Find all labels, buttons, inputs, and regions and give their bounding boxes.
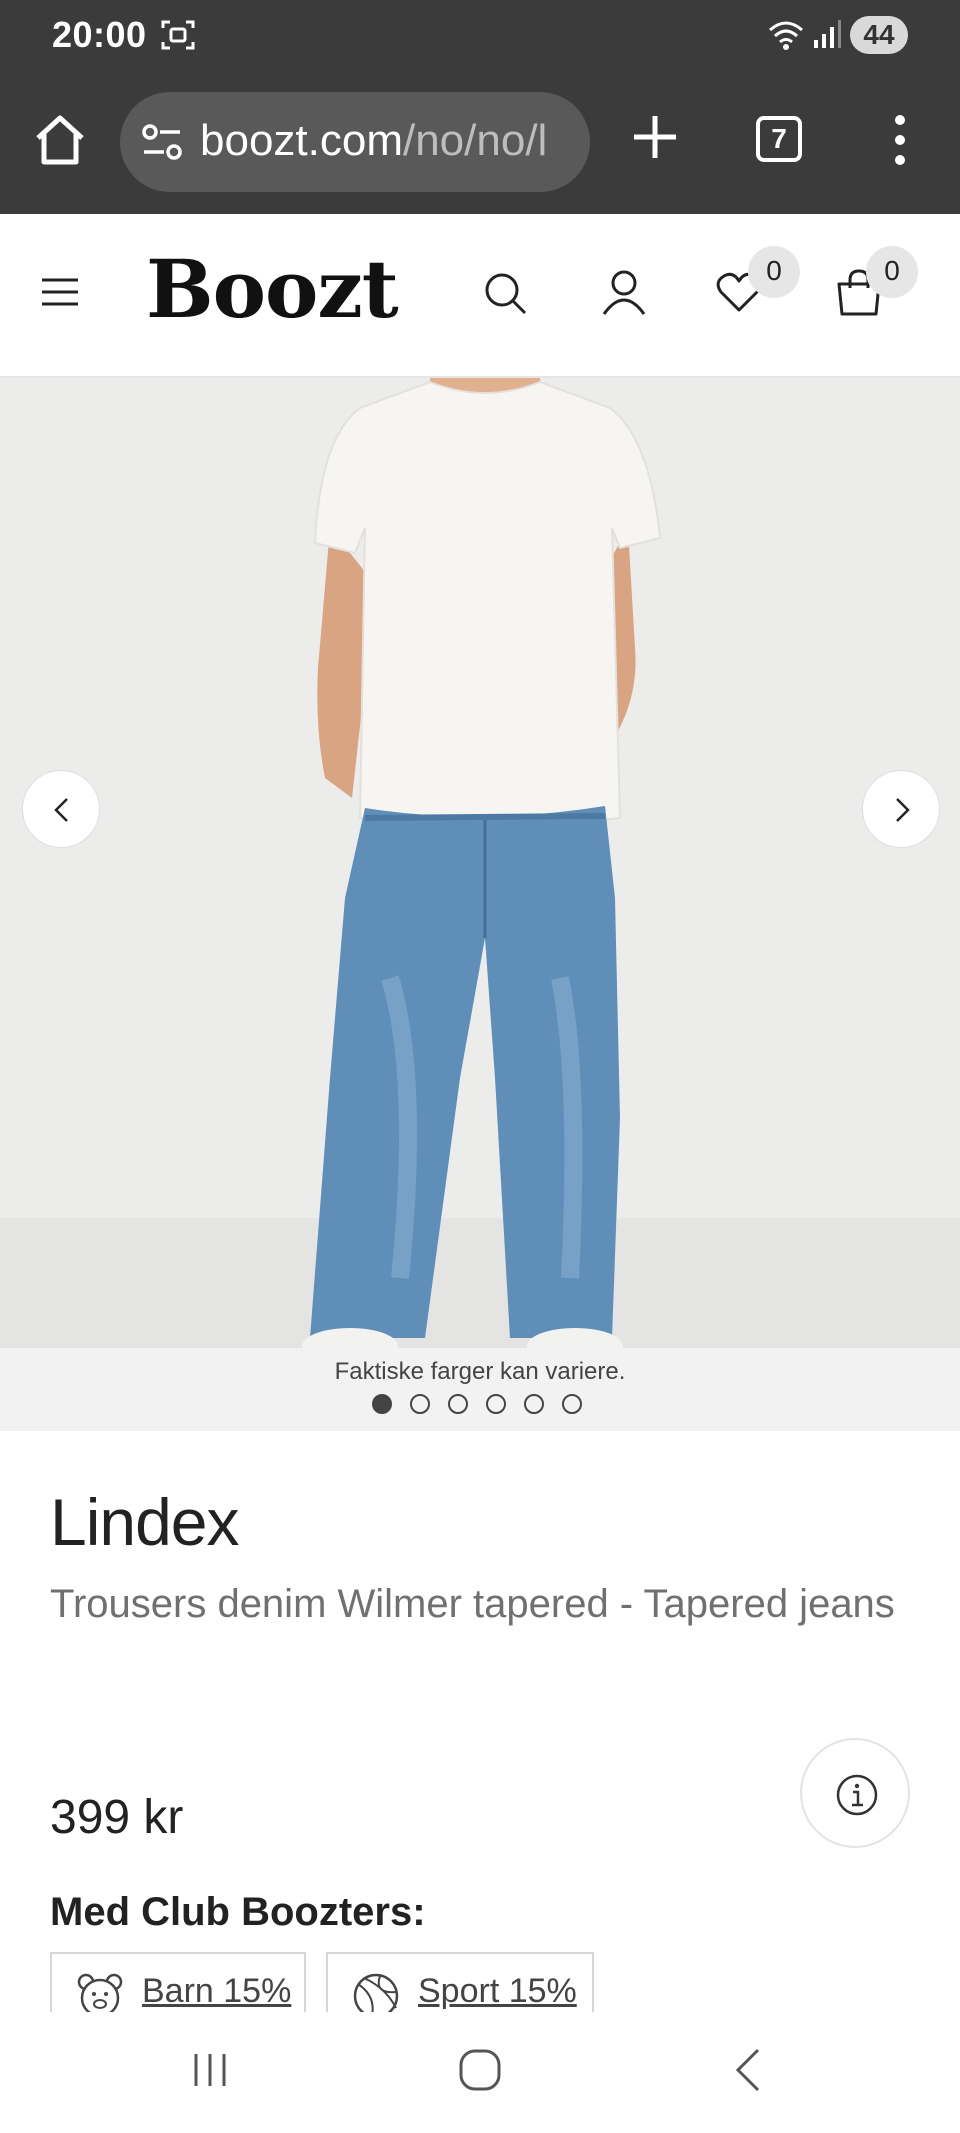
slide-dot[interactable]	[372, 1394, 392, 1414]
product-name: Trousers denim Wilmer tapered - Tapered …	[50, 1582, 895, 1626]
previous-image-button[interactable]	[22, 770, 100, 848]
site-logo[interactable]: Boozt	[146, 242, 399, 336]
recents-icon[interactable]	[190, 2050, 230, 2090]
browser-toolbar: boozt.com/no/no/l 7	[0, 72, 960, 214]
cart-count-badge: 0	[866, 246, 918, 298]
slide-dot[interactable]	[524, 1394, 544, 1414]
slide-dot[interactable]	[448, 1394, 468, 1414]
slide-indicator	[372, 1394, 592, 1416]
screenshot-icon	[161, 20, 195, 50]
next-image-button[interactable]	[862, 770, 940, 848]
tabs-button[interactable]: 7	[756, 116, 802, 162]
status-time: 20:00	[52, 14, 147, 55]
wishlist-count-badge: 0	[748, 246, 800, 298]
slide-dot[interactable]	[562, 1394, 582, 1414]
site-header: Boozt 0 0	[0, 214, 960, 378]
product-image-gallery[interactable]: Faktiske farger kan variere.	[0, 378, 960, 1431]
product-brand[interactable]: Lindex	[50, 1484, 239, 1560]
new-tab-icon[interactable]	[628, 110, 682, 164]
signal-icon	[814, 20, 841, 48]
more-menu-icon[interactable]	[880, 112, 920, 168]
menu-icon[interactable]	[40, 276, 80, 308]
price-info-button[interactable]	[800, 1738, 910, 1848]
search-icon[interactable]	[482, 270, 528, 316]
chevron-left-icon	[54, 798, 68, 822]
url-path: /no/no/l	[402, 116, 548, 165]
home-icon[interactable]	[32, 112, 88, 168]
slide-dot[interactable]	[486, 1394, 506, 1414]
product-photo	[302, 378, 662, 1358]
site-settings-icon[interactable]	[140, 122, 184, 162]
status-bar: 20:00 44	[0, 0, 960, 72]
url-domain: boozt.com	[200, 116, 403, 165]
system-navigation-bar	[0, 2012, 960, 2133]
battery-icon: 44	[850, 16, 908, 54]
home-button-icon[interactable]	[458, 2048, 502, 2092]
wifi-icon	[769, 21, 803, 50]
slide-dot[interactable]	[410, 1394, 430, 1414]
address-bar[interactable]: boozt.com/no/no/l	[120, 92, 590, 192]
product-price: 399 kr	[50, 1791, 184, 1844]
back-icon[interactable]	[732, 2046, 764, 2094]
club-offer-label: Barn 15%	[142, 1972, 292, 2010]
account-icon[interactable]	[600, 268, 648, 316]
club-offer-label: Sport 15%	[418, 1972, 577, 2010]
color-disclaimer: Faktiske farger kan variere.	[334, 1358, 626, 1385]
club-boozters-title: Med Club Boozters:	[50, 1890, 426, 1934]
url-text: boozt.com/no/no/l	[200, 116, 547, 166]
info-icon	[836, 1774, 878, 1816]
chevron-right-icon	[896, 798, 910, 822]
